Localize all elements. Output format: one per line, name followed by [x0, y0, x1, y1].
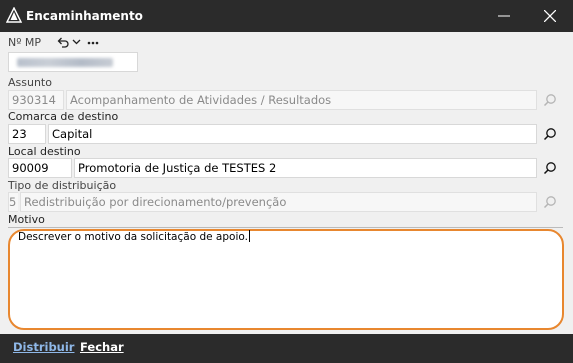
- motivo-field-border: [8, 227, 563, 228]
- search-icon: [543, 196, 556, 209]
- undo-icon: [57, 37, 69, 48]
- redacted-value: [17, 58, 113, 67]
- assunto-description-field[interactable]: Acompanhamento de Atividades / Resultado…: [66, 90, 537, 110]
- local-code-field[interactable]: 90009: [8, 158, 72, 178]
- comarca-search-button[interactable]: [541, 125, 559, 143]
- motivo-text: Descrever o motivo da solicitação de apo…: [18, 230, 250, 243]
- tipo-code-field[interactable]: 5: [8, 192, 18, 212]
- assunto-search-button[interactable]: [541, 91, 559, 109]
- tipo-search-button[interactable]: [541, 193, 559, 211]
- mp-label: Nº MP: [8, 36, 42, 49]
- assunto-label: Assunto: [8, 76, 52, 89]
- mp-toolbar: [56, 34, 100, 50]
- fechar-button[interactable]: Fechar: [80, 340, 124, 354]
- app-logo-icon: [5, 6, 23, 23]
- distribuir-button[interactable]: Distribuir: [13, 340, 74, 354]
- search-icon: [543, 94, 556, 107]
- minimize-button[interactable]: [481, 0, 527, 32]
- local-description-field[interactable]: Promotoria de Justiça de TESTES 2: [74, 158, 537, 178]
- tipo-label: Tipo de distribuição: [8, 179, 117, 192]
- comarca-description-field[interactable]: Capital: [48, 124, 537, 144]
- window-title: Encaminhamento: [26, 9, 143, 23]
- more-icon: [87, 41, 99, 45]
- assunto-code-field[interactable]: 930314: [8, 90, 64, 110]
- text-caret: [248, 230, 250, 242]
- action-bar: Distribuir Fechar: [0, 334, 573, 363]
- search-icon: [543, 128, 556, 141]
- motivo-label: Motivo: [8, 213, 45, 226]
- close-icon: [544, 10, 556, 22]
- title-bar[interactable]: Encaminhamento: [0, 0, 573, 32]
- local-label: Local destino: [8, 145, 81, 158]
- local-search-button[interactable]: [541, 159, 559, 177]
- tipo-description-field[interactable]: Redistribuição por direcionamento/preven…: [20, 192, 537, 212]
- motivo-textarea[interactable]: [8, 229, 564, 330]
- comarca-label: Comarca de destino: [8, 110, 119, 123]
- comarca-code-field[interactable]: 23: [8, 124, 46, 144]
- mp-number-field[interactable]: [8, 52, 138, 72]
- close-button[interactable]: [527, 0, 573, 32]
- chevron-down-icon: [72, 39, 81, 45]
- search-icon: [543, 162, 556, 175]
